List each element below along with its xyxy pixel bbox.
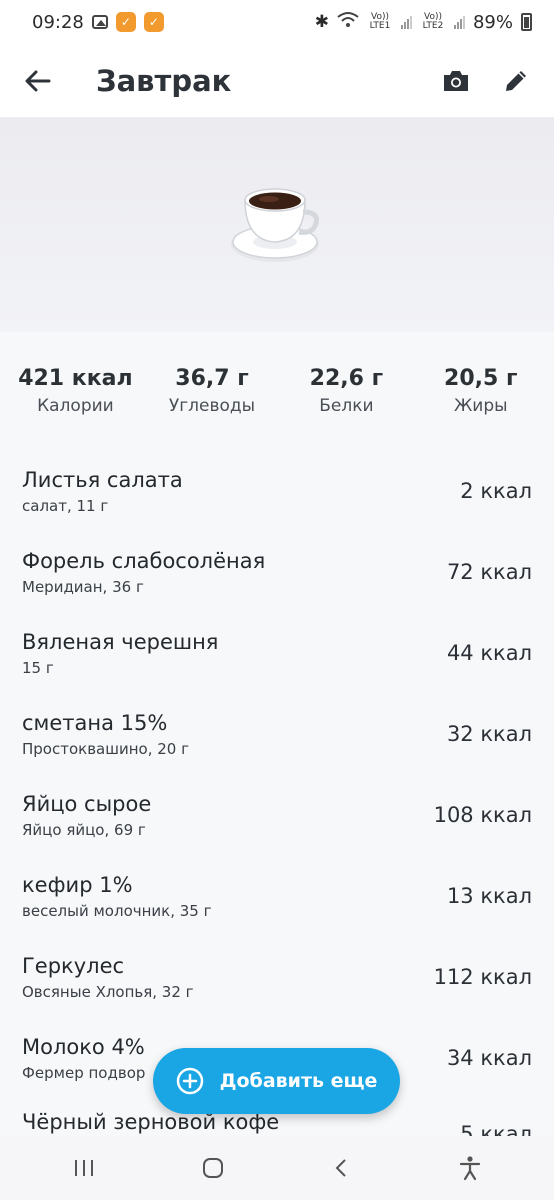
system-nav-bar bbox=[0, 1136, 554, 1200]
camera-icon bbox=[444, 70, 468, 91]
total-carbs: 36,7 г Углеводы bbox=[157, 366, 267, 416]
food-name: кефир 1% bbox=[22, 872, 133, 897]
nutrition-totals: 421 ккал Калории 36,7 г Углеводы 22,6 г … bbox=[0, 332, 554, 450]
food-name: Форель слабосолёная bbox=[22, 548, 266, 573]
gallery-notification-icon bbox=[91, 15, 108, 29]
food-kcal: 112 ккал bbox=[433, 964, 532, 989]
food-name: Яйцо сырое bbox=[22, 791, 152, 816]
status-time: 09:28 bbox=[32, 11, 84, 33]
food-info: Вяленая черешня 15 г bbox=[22, 628, 218, 678]
food-info: сметана 15% Простоквашино, 20 г bbox=[22, 709, 189, 759]
food-kcal: 32 ккал bbox=[446, 721, 532, 746]
signal-1-icon bbox=[400, 15, 412, 29]
food-item[interactable]: Геркулес Овсяные Хлопья, 32 г 112 ккал bbox=[0, 936, 554, 1017]
total-value: 421 ккал bbox=[18, 366, 133, 391]
coffee-cup-icon bbox=[231, 188, 319, 262]
food-name: Геркулес bbox=[22, 953, 125, 978]
food-detail: Меридиан, 36 г bbox=[22, 577, 144, 596]
chevron-left-icon bbox=[335, 1159, 346, 1177]
home-icon bbox=[202, 1158, 223, 1178]
app-notification-icon: ✓ bbox=[115, 12, 136, 32]
total-label: Жиры bbox=[453, 396, 508, 416]
food-item[interactable]: Вяленая черешня 15 г 44 ккал bbox=[0, 612, 554, 693]
battery-icon bbox=[521, 13, 532, 31]
add-more-label: Добавить еще bbox=[219, 1070, 378, 1092]
food-detail: 15 г bbox=[22, 658, 54, 677]
food-detail: Овсяные Хлопья, 32 г bbox=[22, 982, 194, 1001]
edit-button[interactable] bbox=[486, 44, 546, 118]
food-kcal: 34 ккал bbox=[446, 1045, 532, 1070]
total-calories: 421 ккал Калории bbox=[18, 366, 132, 416]
total-value: 36,7 г bbox=[175, 366, 249, 391]
total-label: Углеводы bbox=[168, 396, 256, 416]
total-value: 20,5 г bbox=[444, 366, 518, 391]
total-fat: 20,5 г Жиры bbox=[426, 366, 536, 416]
signal-2-icon bbox=[453, 15, 465, 29]
pencil-icon bbox=[506, 70, 526, 91]
arrow-back-icon bbox=[25, 70, 51, 91]
food-detail: Яйцо яйцо, 69 г bbox=[22, 820, 146, 839]
status-right: ✱ Vo)) LTE1 Vo)) LTE2 89% bbox=[315, 11, 532, 34]
status-bar: 09:28 ✓ ✓ ✱ Vo)) LTE1 Vo)) LTE2 89% bbox=[0, 0, 554, 44]
accessibility-button[interactable] bbox=[440, 1138, 500, 1198]
food-kcal: 108 ккал bbox=[433, 802, 532, 827]
food-item[interactable]: Листья салата салат, 11 г 2 ккал bbox=[0, 450, 554, 531]
food-detail: Простоквашино, 20 г bbox=[22, 739, 189, 758]
food-name: сметана 15% bbox=[22, 710, 168, 735]
food-info: Яйцо сырое Яйцо яйцо, 69 г bbox=[22, 790, 151, 840]
food-kcal: 44 ккал bbox=[446, 640, 532, 665]
app-bar: Завтрак bbox=[0, 44, 554, 118]
food-kcal: 13 ккал bbox=[446, 883, 532, 908]
back-button[interactable] bbox=[0, 44, 76, 118]
food-item[interactable]: Яйцо сырое Яйцо яйцо, 69 г 108 ккал bbox=[0, 774, 554, 855]
camera-button[interactable] bbox=[426, 44, 486, 118]
total-value: 22,6 г bbox=[309, 366, 384, 391]
total-protein: 22,6 г Белки bbox=[291, 366, 401, 416]
add-more-button[interactable]: Добавить еще bbox=[153, 1048, 400, 1114]
total-label: Белки bbox=[319, 396, 374, 416]
recent-apps-icon bbox=[75, 1160, 94, 1176]
food-info: Форель слабосолёная Меридиан, 36 г bbox=[22, 547, 265, 597]
page-title: Завтрак bbox=[96, 63, 232, 98]
status-left: 09:28 ✓ ✓ bbox=[32, 12, 164, 33]
back-nav-button[interactable] bbox=[311, 1138, 371, 1198]
food-info: Листья салата салат, 11 г bbox=[22, 466, 183, 516]
food-kcal: 72 ккал bbox=[446, 559, 532, 584]
food-name: Вяленая черешня bbox=[22, 629, 219, 654]
food-detail: салат, 11 г bbox=[22, 496, 109, 515]
food-info: Молоко 4% Фермер подвор bbox=[22, 1033, 145, 1083]
food-name: Молоко 4% bbox=[22, 1034, 145, 1059]
bluetooth-icon: ✱ bbox=[314, 12, 329, 32]
food-detail: веселый молочник, 35 г bbox=[22, 901, 212, 920]
food-kcal: 2 ккал bbox=[460, 478, 532, 503]
accessibility-icon bbox=[459, 1156, 480, 1181]
battery-percent: 89% bbox=[472, 11, 513, 33]
food-info: Геркулес Овсяные Хлопья, 32 г bbox=[22, 952, 194, 1002]
add-circle-icon bbox=[176, 1067, 203, 1095]
food-detail: Фермер подвор bbox=[22, 1063, 146, 1082]
network-label-1: Vo)) LTE1 bbox=[369, 12, 391, 31]
food-item[interactable]: Форель слабосолёная Меридиан, 36 г 72 кк… bbox=[0, 531, 554, 612]
food-info: кефир 1% веселый молочник, 35 г bbox=[22, 871, 212, 921]
network-label-2: Vo)) LTE2 bbox=[422, 12, 444, 31]
food-item[interactable]: сметана 15% Простоквашино, 20 г 32 ккал bbox=[0, 693, 554, 774]
home-button[interactable] bbox=[183, 1138, 243, 1198]
recent-apps-button[interactable] bbox=[54, 1138, 114, 1198]
meal-image bbox=[0, 118, 554, 332]
app-notification-icon-2: ✓ bbox=[143, 12, 164, 32]
food-name: Листья салата bbox=[22, 467, 183, 492]
food-item[interactable]: кефир 1% веселый молочник, 35 г 13 ккал bbox=[0, 855, 554, 936]
total-label: Калории bbox=[37, 396, 114, 416]
wifi-icon bbox=[337, 11, 359, 34]
